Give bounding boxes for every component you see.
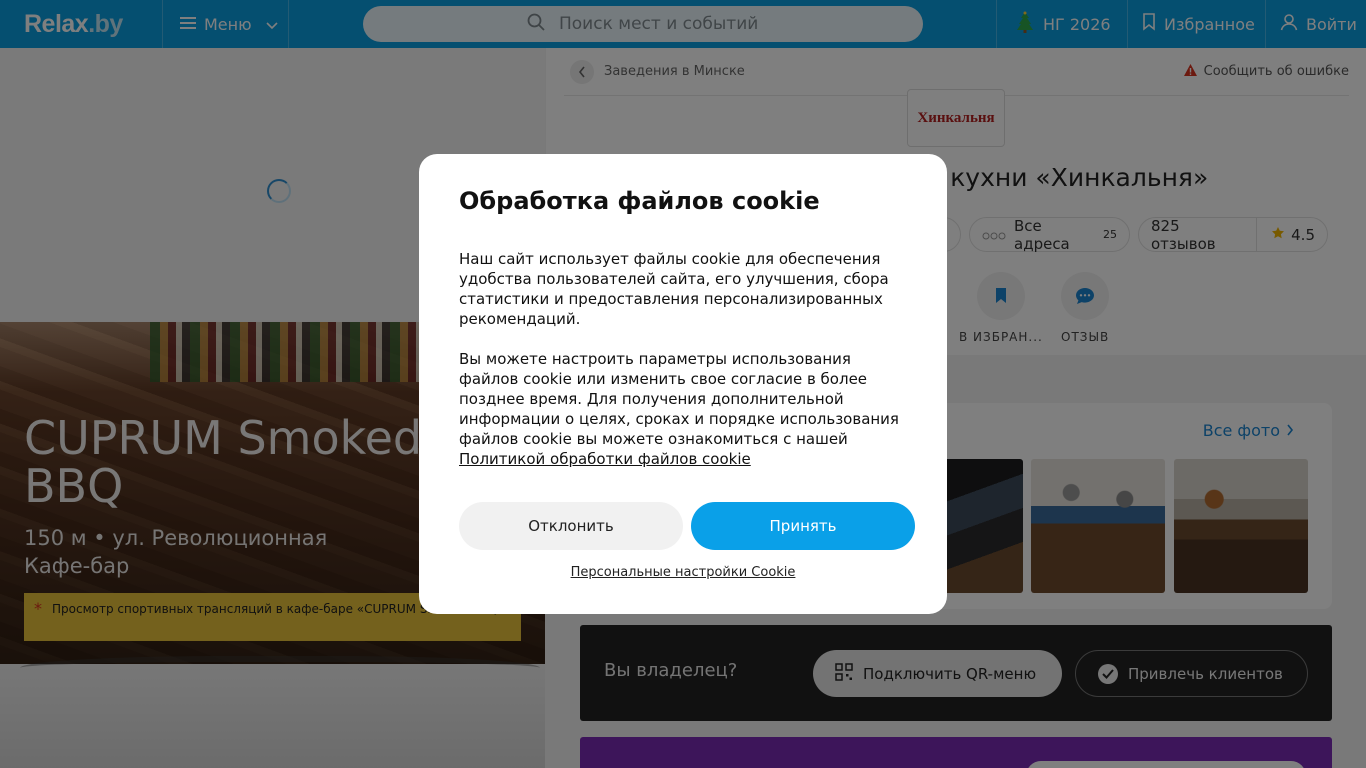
accept-button[interactable]: Принять bbox=[691, 502, 915, 550]
cookie-title: Обработка файлов cookie bbox=[459, 187, 820, 215]
personal-cookie-settings-link[interactable]: Персональные настройки Cookie bbox=[419, 565, 947, 580]
cookie-policy-link[interactable]: Политикой обработки файлов cookie bbox=[459, 449, 907, 469]
decline-button[interactable]: Отклонить bbox=[459, 502, 683, 550]
cookie-paragraph-1: Наш сайт использует файлы cookie для обе… bbox=[459, 250, 889, 328]
cookie-dialog: Обработка файлов cookie Наш сайт использ… bbox=[419, 154, 947, 614]
cookie-buttons: Отклонить Принять bbox=[459, 502, 915, 550]
cookie-paragraph-2: Вы можете настроить параметры использова… bbox=[459, 349, 907, 469]
cookie-paragraph-2-text: Вы можете настроить параметры использова… bbox=[459, 350, 899, 448]
